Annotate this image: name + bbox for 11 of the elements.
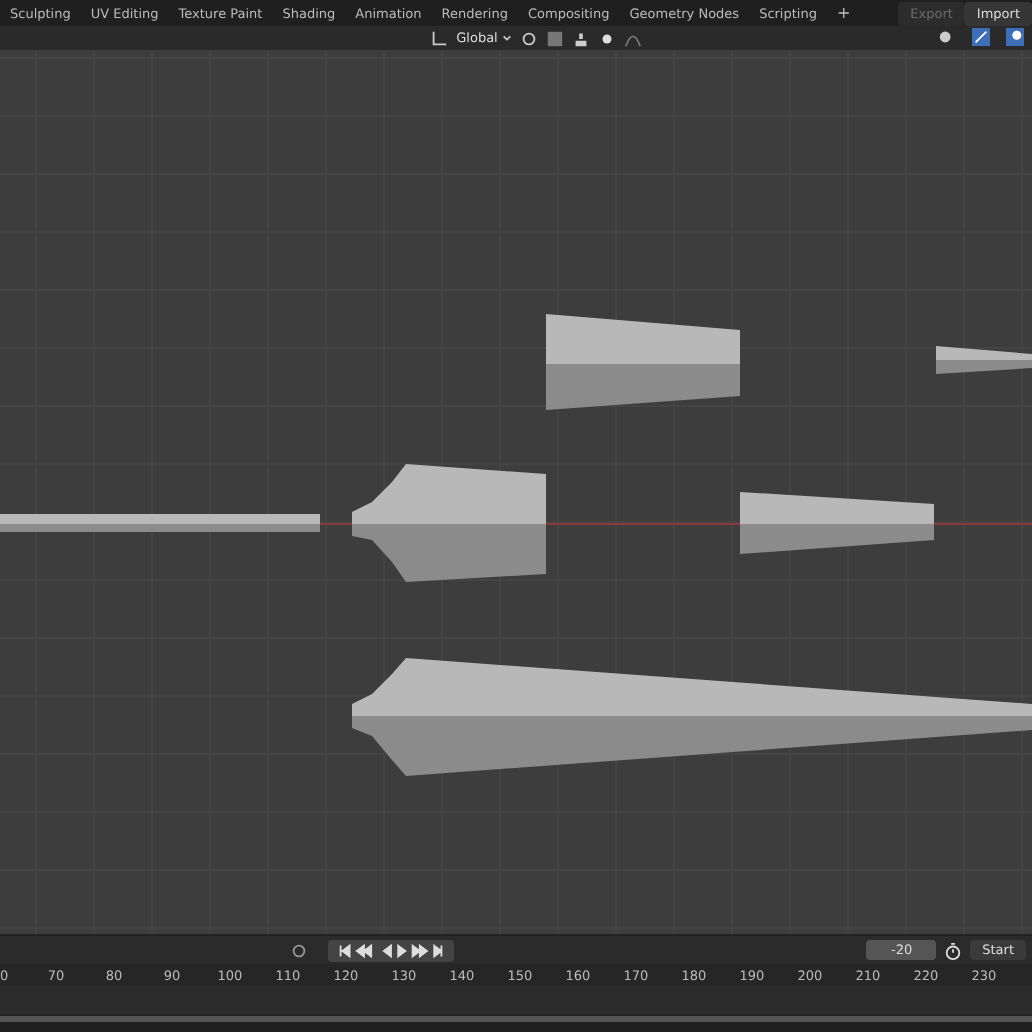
tapered-block-shape [936, 346, 1032, 374]
record-icon[interactable] [290, 941, 308, 959]
caret-icon[interactable] [501, 34, 512, 42]
gizmo-icon[interactable] [972, 28, 990, 46]
proportional-edit-icon[interactable] [597, 29, 616, 47]
playback-icons-drawing[interactable] [334, 941, 448, 959]
overlay-icon[interactable] [1006, 28, 1024, 46]
axes-icon[interactable] [430, 29, 449, 47]
add-workspace-button[interactable]: + [826, 4, 861, 22]
pivot-icon[interactable] [519, 29, 538, 47]
stopwatch-icon[interactable] [944, 941, 963, 959]
